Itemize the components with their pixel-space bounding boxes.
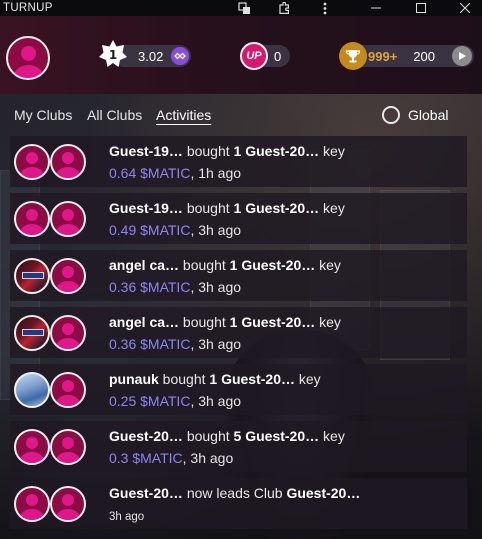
close-icon[interactable] [457,0,473,16]
svg-text:1: 1 [109,48,117,62]
tab-all-clubs[interactable]: All Clubs [87,107,142,123]
tab-activities[interactable]: Activities [156,107,211,123]
profile-header: 3.02 1 0 UP 999+ 200 [0,16,482,94]
activity-list: Guest-19… bought 1 Guest-20… key 0.64 $M… [10,136,467,535]
avatar[interactable] [50,486,86,522]
up-value: 0 [274,48,282,64]
trophy-value: 999+ [368,48,398,64]
avatar[interactable] [14,486,50,522]
play-icon[interactable] [452,46,472,66]
list-item[interactable]: Guest-20… now leads Club Guest-20… 3h ag… [10,478,467,529]
activity-text: Guest-20… bought 5 Guest-20… key [109,428,345,444]
list-item[interactable]: Guest-19… bought 1 Guest-20… key 0.49 $M… [10,193,467,244]
global-radio[interactable] [382,106,400,124]
list-item[interactable]: angel ca… bought 1 Guest-20… key 0.36 $M… [10,307,467,358]
keys-value: 3.02 [138,48,164,64]
activity-meta: 0.3 $MATIC, 3h ago [109,450,234,466]
extension-icon[interactable] [276,0,292,16]
up-icon-label: UP [246,50,262,62]
activity-meta: 0.49 $MATIC, 3h ago [109,222,242,238]
activity-text: angel ca… bought 1 Guest-20… key [109,257,341,273]
minimize-icon[interactable] [368,0,384,16]
user-avatar[interactable] [6,36,50,80]
activity-meta: 3h ago [109,511,145,523]
list-item[interactable]: angel ca… bought 1 Guest-20… key 0.36 $M… [10,250,467,301]
activity-meta: 0.36 $MATIC, 3h ago [109,279,242,295]
club-tabs: My Clubs All Clubs Activities Global [0,94,482,134]
avatar[interactable] [50,201,86,237]
activity-text: Guest-20… now leads Club Guest-20… [109,485,361,501]
translate-icon[interactable] [236,0,252,16]
maximize-icon[interactable] [413,0,429,16]
activity-text: angel ca… bought 1 Guest-20… key [109,314,341,330]
avatar[interactable] [14,429,50,465]
more-menu-icon[interactable] [318,0,332,16]
app-title: TURNUP [3,2,53,14]
tab-my-clubs[interactable]: My Clubs [14,107,72,123]
points-value: 200 [413,48,435,64]
global-label[interactable]: Global [408,107,448,123]
activity-text: punauk bought 1 Guest-20… key [109,371,321,387]
trophy-balance[interactable]: 999+ 200 [350,45,474,67]
avatar[interactable] [50,258,86,294]
avatar[interactable] [50,144,86,180]
matic-icon [171,47,189,65]
avatar[interactable] [14,201,50,237]
up-icon: UP [240,42,268,70]
avatar[interactable] [14,258,50,294]
avatar[interactable] [50,429,86,465]
activity-text: Guest-19… bought 1 Guest-20… key [109,143,345,159]
list-item[interactable]: Guest-20… bought 5 Guest-20… key 0.3 $MA… [10,421,467,472]
avatar[interactable] [14,372,50,408]
activity-meta: 0.25 $MATIC, 3h ago [109,393,242,409]
list-item[interactable]: punauk bought 1 Guest-20… key 0.25 $MATI… [10,364,467,415]
list-item[interactable]: Guest-19… bought 1 Guest-20… key 0.64 $M… [10,136,467,187]
activity-meta: 0.64 $MATIC, 1h ago [109,165,242,181]
avatar[interactable] [50,315,86,351]
avatar[interactable] [14,144,50,180]
activity-text: Guest-19… bought 1 Guest-20… key [109,200,345,216]
trophy-icon [339,42,367,70]
avatar[interactable] [50,372,86,408]
activity-meta: 0.36 $MATIC, 3h ago [109,336,242,352]
key-badge-icon: 1 [98,39,128,69]
avatar[interactable] [14,315,50,351]
window-titlebar: TURNUP [0,0,482,16]
